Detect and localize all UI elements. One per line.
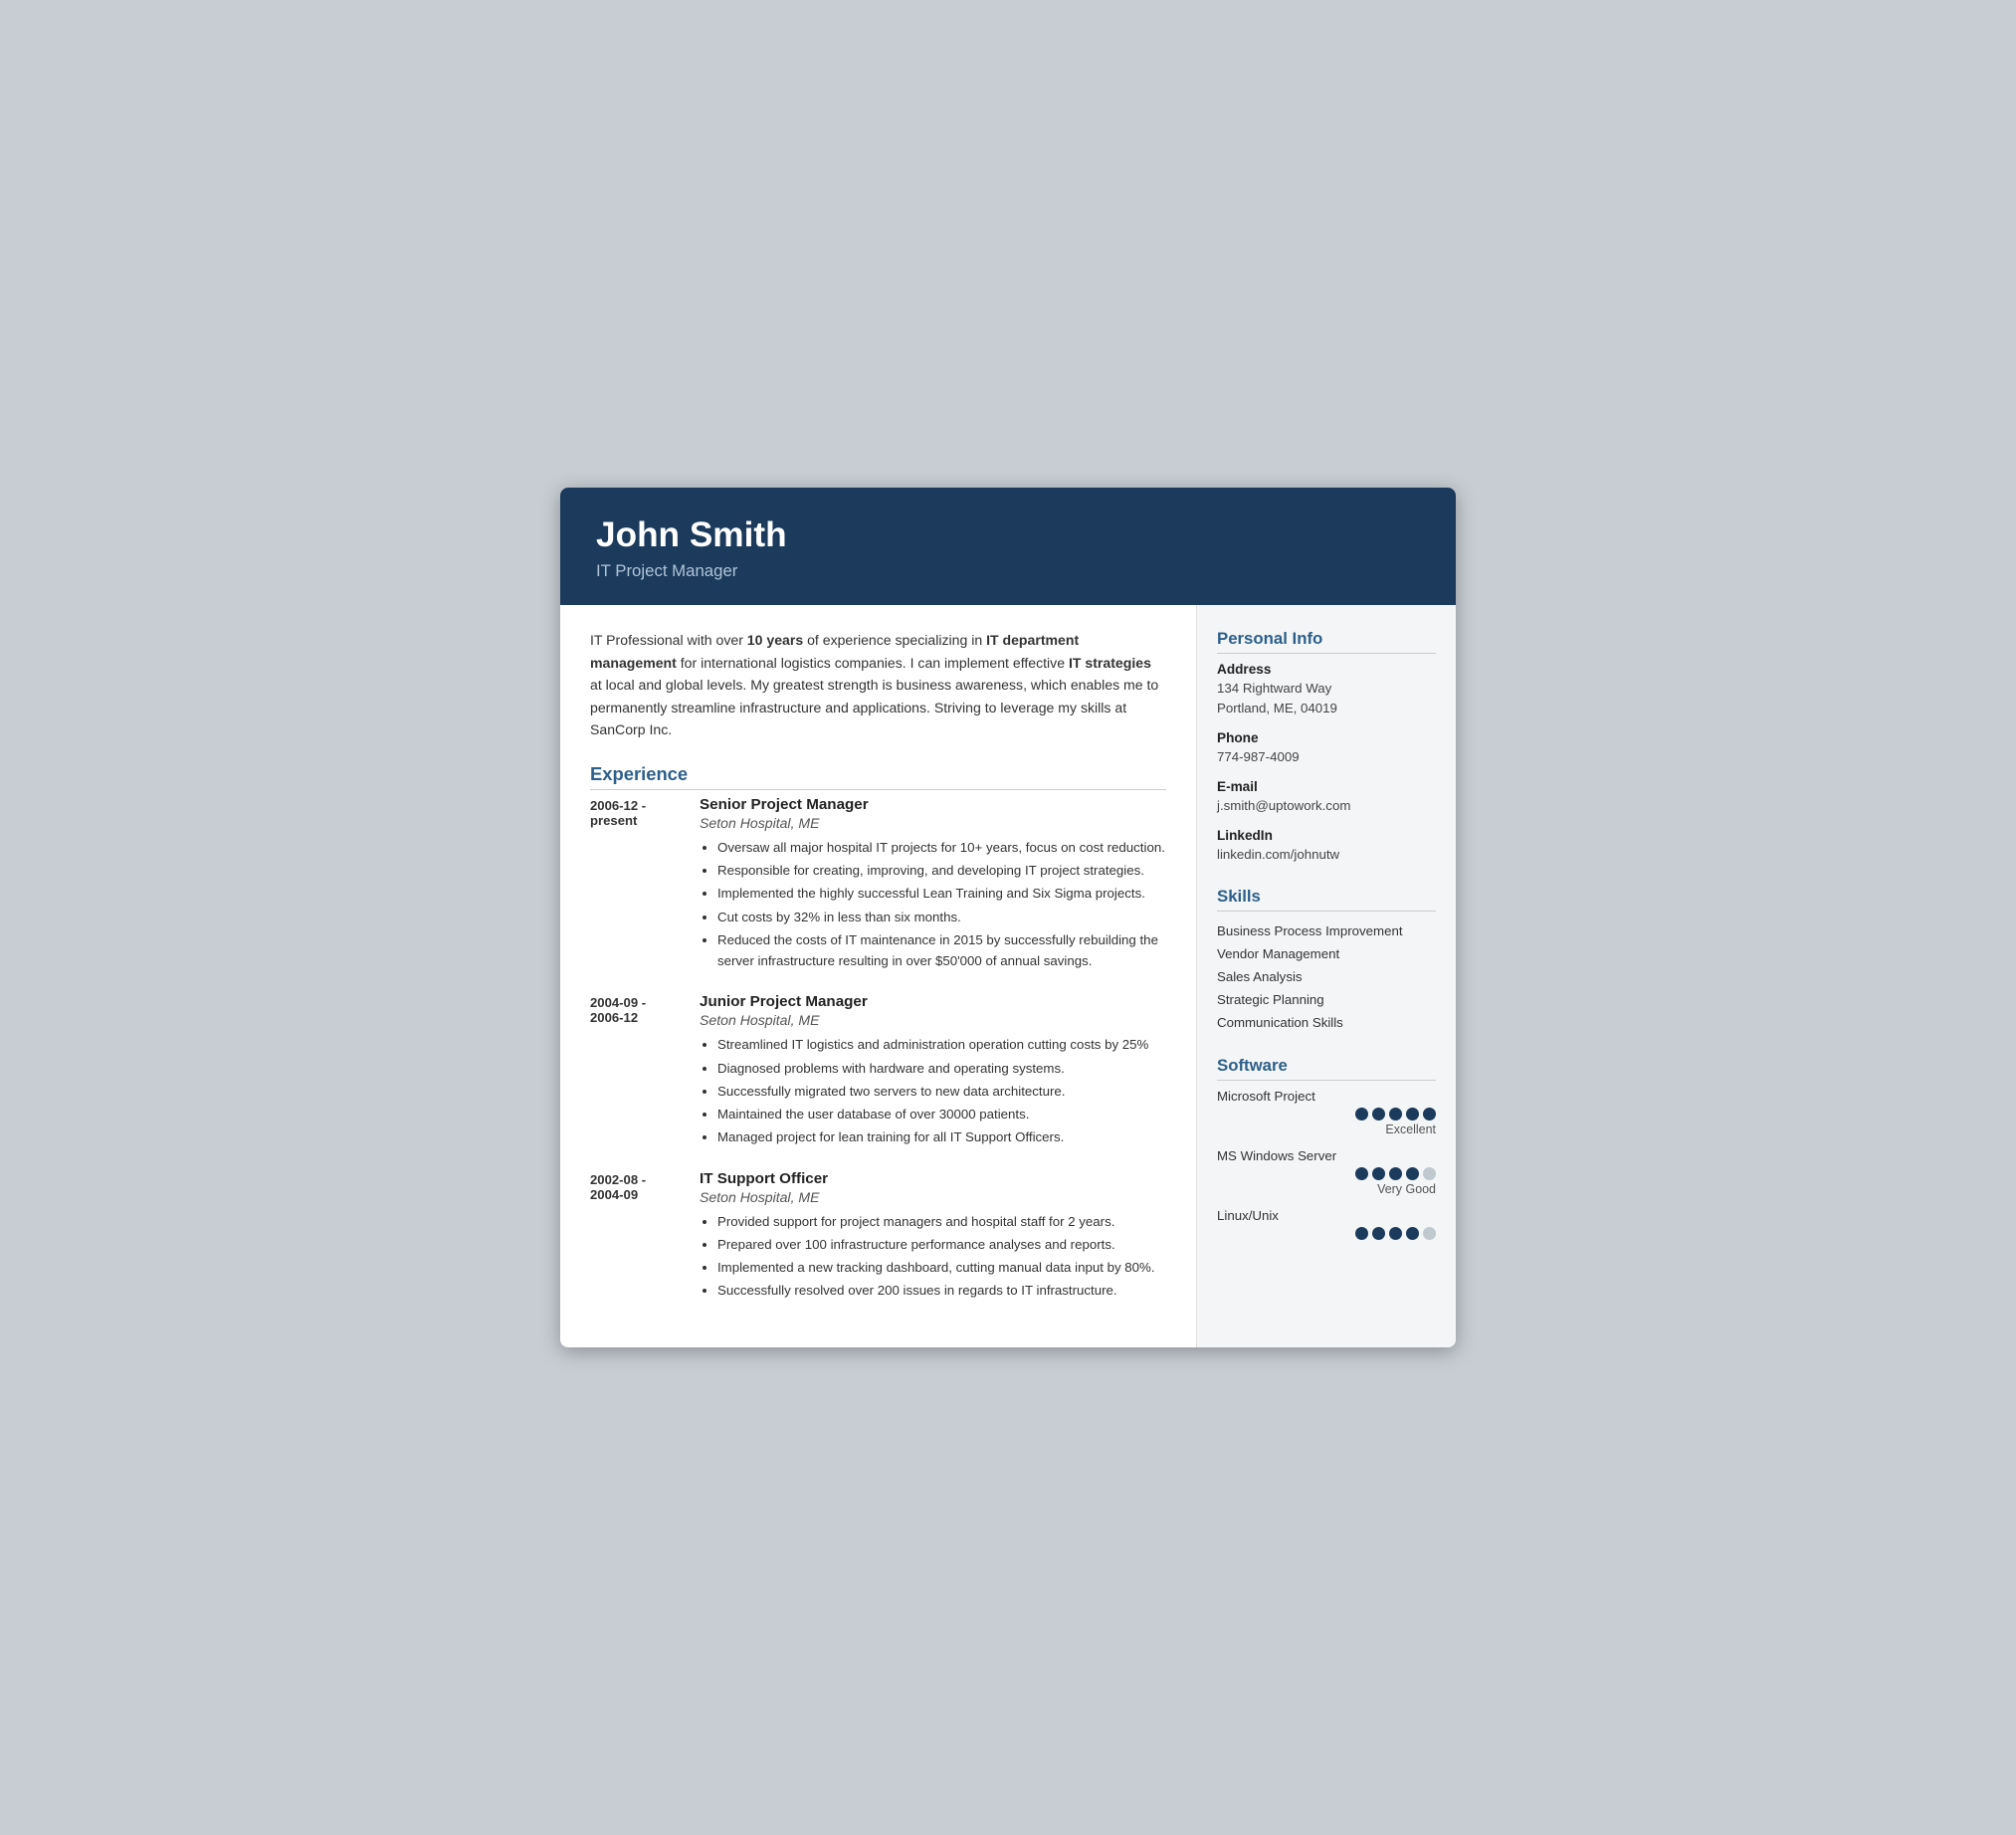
dot <box>1389 1167 1402 1180</box>
exp-dates: 2006-12 -present <box>590 796 700 974</box>
exp-bullet: Streamlined IT logistics and administrat… <box>717 1034 1166 1055</box>
personal-info-fields: Address 134 Rightward WayPortland, ME, 0… <box>1217 662 1436 865</box>
exp-bullet: Responsible for creating, improving, and… <box>717 860 1166 881</box>
dot <box>1406 1167 1419 1180</box>
exp-details: Junior Project Manager Seton Hospital, M… <box>700 993 1166 1149</box>
resume-body: IT Professional with over 10 years of ex… <box>560 605 1456 1346</box>
exp-bullet: Prepared over 100 infrastructure perform… <box>717 1234 1166 1255</box>
exp-bullet: Managed project for lean training for al… <box>717 1126 1166 1147</box>
personal-info-field: LinkedIn linkedin.com/johnutw <box>1217 828 1436 865</box>
dots-row <box>1217 1167 1436 1180</box>
software-section: Software Microsoft Project Excellent MS … <box>1217 1056 1436 1240</box>
software-item: Microsoft Project Excellent <box>1217 1089 1436 1136</box>
sidebar: Personal Info Address 134 Rightward WayP… <box>1197 605 1456 1346</box>
candidate-name: John Smith <box>596 515 1420 555</box>
dot <box>1355 1108 1368 1121</box>
resume-header: John Smith IT Project Manager <box>560 488 1456 605</box>
exp-job-title: IT Support Officer <box>700 1170 1166 1187</box>
dot <box>1372 1167 1385 1180</box>
info-value: 774-987-4009 <box>1217 747 1436 767</box>
info-label: LinkedIn <box>1217 828 1436 843</box>
software-name: Linux/Unix <box>1217 1208 1436 1223</box>
dot <box>1423 1167 1436 1180</box>
skill-item: Sales Analysis <box>1217 965 1436 988</box>
exp-bullet: Cut costs by 32% in less than six months… <box>717 907 1166 927</box>
resume-container: John Smith IT Project Manager IT Profess… <box>560 488 1456 1346</box>
dot <box>1355 1227 1368 1240</box>
skill-item: Business Process Improvement <box>1217 919 1436 942</box>
dot <box>1372 1108 1385 1121</box>
software-name: Microsoft Project <box>1217 1089 1436 1104</box>
skill-item: Vendor Management <box>1217 942 1436 965</box>
dot <box>1406 1227 1419 1240</box>
personal-info-field: Phone 774-987-4009 <box>1217 730 1436 767</box>
dot-label: Very Good <box>1217 1182 1436 1196</box>
dot <box>1406 1108 1419 1121</box>
exp-company: Seton Hospital, ME <box>700 1189 1166 1205</box>
exp-bullet: Implemented the highly successful Lean T… <box>717 883 1166 904</box>
main-content: IT Professional with over 10 years of ex… <box>560 605 1197 1346</box>
experience-entries: 2006-12 -present Senior Project Manager … <box>590 796 1166 1304</box>
dots-row <box>1217 1108 1436 1121</box>
info-value: 134 Rightward WayPortland, ME, 04019 <box>1217 679 1436 718</box>
exp-bullets-list: Streamlined IT logistics and administrat… <box>700 1034 1166 1147</box>
info-label: E-mail <box>1217 779 1436 794</box>
software-list: Microsoft Project Excellent MS Windows S… <box>1217 1089 1436 1240</box>
skill-item: Communication Skills <box>1217 1011 1436 1034</box>
dot <box>1423 1227 1436 1240</box>
info-value: linkedin.com/johnutw <box>1217 845 1436 865</box>
exp-bullet: Successfully resolved over 200 issues in… <box>717 1280 1166 1301</box>
exp-bullet: Diagnosed problems with hardware and ope… <box>717 1058 1166 1079</box>
personal-info-field: E-mail j.smith@uptowork.com <box>1217 779 1436 816</box>
exp-dates: 2004-09 -2006-12 <box>590 993 700 1149</box>
exp-company: Seton Hospital, ME <box>700 815 1166 831</box>
personal-info-title: Personal Info <box>1217 629 1436 654</box>
personal-info-section: Personal Info Address 134 Rightward WayP… <box>1217 629 1436 865</box>
skills-section: Skills Business Process ImprovementVendo… <box>1217 887 1436 1034</box>
skill-item: Strategic Planning <box>1217 988 1436 1011</box>
software-item: Linux/Unix <box>1217 1208 1436 1240</box>
dot <box>1389 1227 1402 1240</box>
software-title: Software <box>1217 1056 1436 1081</box>
dot-label: Excellent <box>1217 1122 1436 1136</box>
dot <box>1389 1108 1402 1121</box>
info-label: Address <box>1217 662 1436 677</box>
exp-details: Senior Project Manager Seton Hospital, M… <box>700 796 1166 974</box>
exp-bullet: Maintained the user database of over 300… <box>717 1104 1166 1124</box>
skills-title: Skills <box>1217 887 1436 912</box>
exp-bullets-list: Oversaw all major hospital IT projects f… <box>700 837 1166 972</box>
dots-row <box>1217 1227 1436 1240</box>
exp-job-title: Senior Project Manager <box>700 796 1166 813</box>
exp-bullet: Implemented a new tracking dashboard, cu… <box>717 1257 1166 1278</box>
exp-details: IT Support Officer Seton Hospital, ME Pr… <box>700 1170 1166 1304</box>
experience-title: Experience <box>590 763 1166 790</box>
exp-company: Seton Hospital, ME <box>700 1012 1166 1028</box>
exp-bullet: Reduced the costs of IT maintenance in 2… <box>717 929 1166 972</box>
software-name: MS Windows Server <box>1217 1148 1436 1163</box>
candidate-title: IT Project Manager <box>596 561 1420 581</box>
software-item: MS Windows Server Very Good <box>1217 1148 1436 1196</box>
exp-entry: 2004-09 -2006-12 Junior Project Manager … <box>590 993 1166 1149</box>
skills-list: Business Process ImprovementVendor Manag… <box>1217 919 1436 1034</box>
exp-bullets-list: Provided support for project managers an… <box>700 1211 1166 1302</box>
dot <box>1355 1167 1368 1180</box>
exp-bullet: Provided support for project managers an… <box>717 1211 1166 1232</box>
exp-entry: 2002-08 -2004-09 IT Support Officer Seto… <box>590 1170 1166 1304</box>
exp-entry: 2006-12 -present Senior Project Manager … <box>590 796 1166 974</box>
personal-info-field: Address 134 Rightward WayPortland, ME, 0… <box>1217 662 1436 718</box>
exp-bullet: Oversaw all major hospital IT projects f… <box>717 837 1166 858</box>
experience-section: Experience 2006-12 -present Senior Proje… <box>590 763 1166 1304</box>
dot <box>1372 1227 1385 1240</box>
info-value: j.smith@uptowork.com <box>1217 796 1436 816</box>
summary-paragraph: IT Professional with over 10 years of ex… <box>590 629 1166 741</box>
info-label: Phone <box>1217 730 1436 745</box>
exp-dates: 2002-08 -2004-09 <box>590 1170 700 1304</box>
exp-job-title: Junior Project Manager <box>700 993 1166 1010</box>
dot <box>1423 1108 1436 1121</box>
exp-bullet: Successfully migrated two servers to new… <box>717 1081 1166 1102</box>
